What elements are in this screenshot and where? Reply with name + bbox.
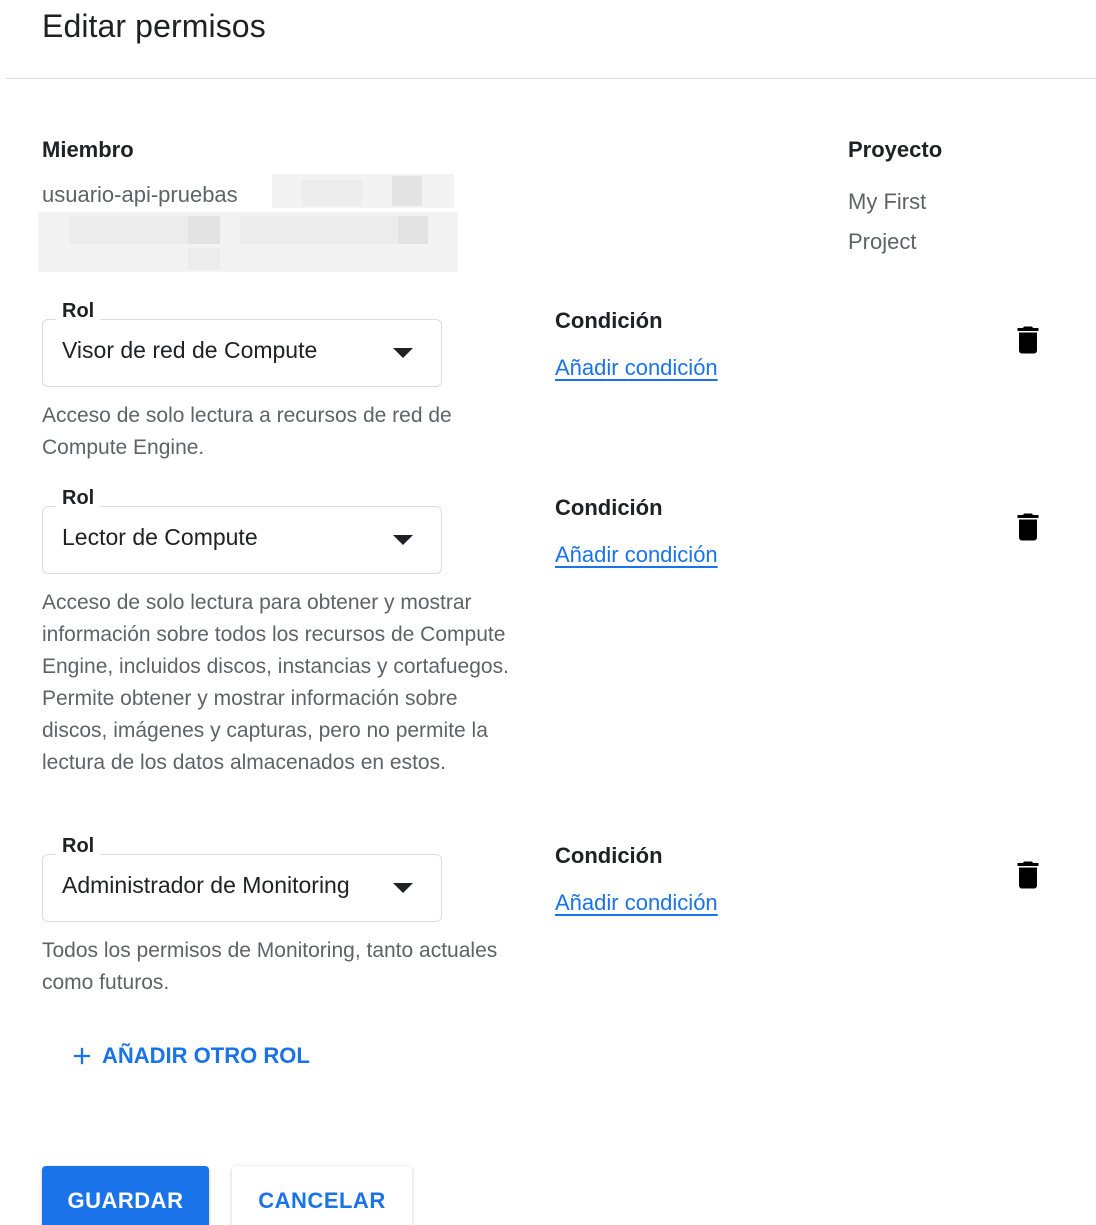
role-legend-2: Rol <box>56 487 101 510</box>
edit-permissions-dialog: Editar permisos Miembro usuario-api-prue… <box>0 0 1096 1225</box>
add-condition-link-3[interactable]: Añadir condición <box>555 890 718 916</box>
member-value: usuario-api-pruebas <box>42 182 238 207</box>
dropdown-arrow-icon[interactable] <box>393 883 413 893</box>
add-condition-link-1[interactable]: Añadir condición <box>555 355 718 381</box>
save-button[interactable]: GUARDAR <box>42 1166 209 1225</box>
dropdown-arrow-icon[interactable] <box>393 348 413 358</box>
role-description-1: Acceso de solo lectura a recursos de red… <box>42 404 452 459</box>
title-divider <box>6 78 1096 79</box>
dialog-title: Editar permisos <box>42 8 266 44</box>
trash-icon[interactable] <box>1010 855 1046 895</box>
role-select-value-3[interactable]: Administrador de Monitoring <box>62 872 380 899</box>
project-value: My First Project <box>848 189 927 254</box>
condition-label-3: Condición <box>555 843 663 868</box>
add-role-label: AÑADIR OTRO ROL <box>102 1043 310 1068</box>
role-select-value-1[interactable]: Visor de red de Compute <box>62 337 380 364</box>
add-role-button[interactable]: AÑADIR OTRO ROL <box>68 1042 310 1070</box>
role-select-value-2[interactable]: Lector de Compute <box>62 524 380 551</box>
condition-label-2: Condición <box>555 495 663 520</box>
condition-label-1: Condición <box>555 308 663 333</box>
role-description-3: Todos los permisos de Monitoring, tanto … <box>42 939 498 994</box>
trash-icon[interactable] <box>1010 507 1046 547</box>
role-legend-1: Rol <box>56 300 101 323</box>
member-label: Miembro <box>42 137 134 162</box>
cancel-button[interactable]: CANCELAR <box>232 1166 412 1225</box>
dropdown-arrow-icon[interactable] <box>393 535 413 545</box>
trash-icon[interactable] <box>1010 320 1046 360</box>
plus-icon <box>73 1047 91 1065</box>
project-label: Proyecto <box>848 137 943 162</box>
role-legend-3: Rol <box>56 835 101 858</box>
add-condition-link-2[interactable]: Añadir condición <box>555 542 718 568</box>
role-description-2: Acceso de solo lectura para obtener y mo… <box>42 591 509 774</box>
